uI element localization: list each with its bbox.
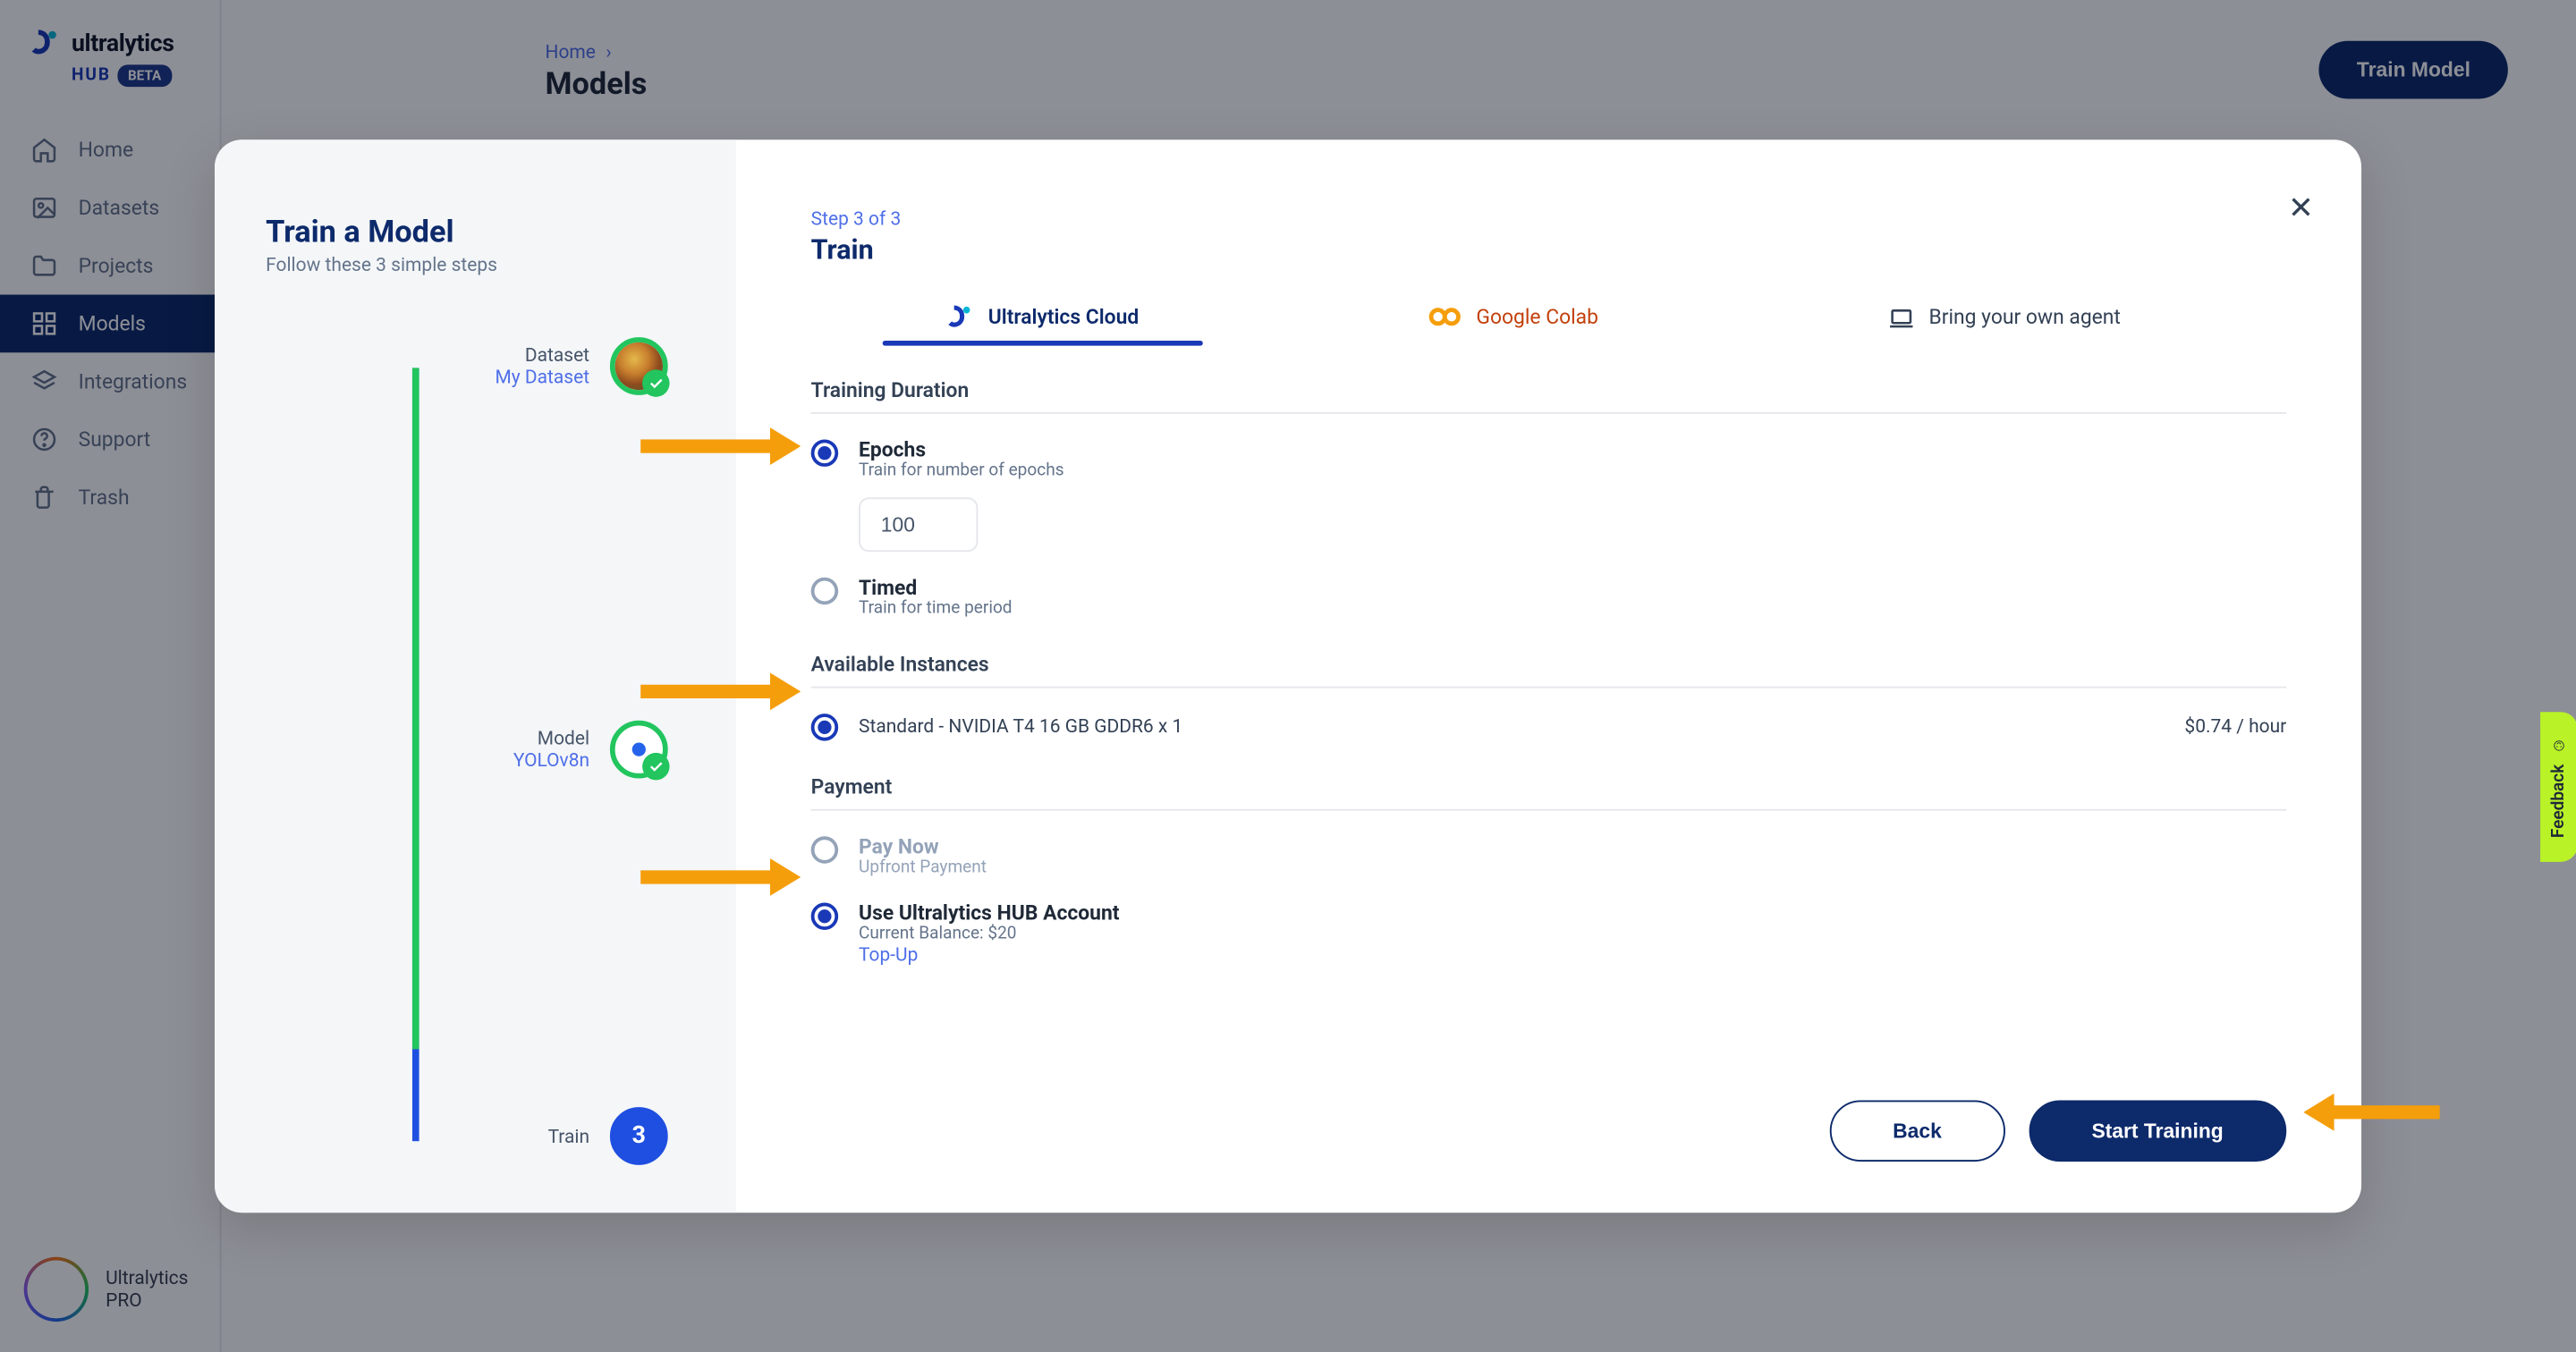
section-payment: Payment xyxy=(811,775,2287,799)
step-value: YOLOv8n xyxy=(513,749,589,772)
radio-selected-icon[interactable] xyxy=(811,903,838,930)
epochs-input[interactable] xyxy=(859,497,978,552)
tab-ultralytics-cloud[interactable]: Ultralytics Cloud xyxy=(947,303,1139,344)
radio-selected-icon[interactable] xyxy=(811,714,838,740)
smile-icon: ☺ xyxy=(2550,736,2569,755)
check-icon xyxy=(642,369,669,396)
divider xyxy=(811,687,2287,689)
divider xyxy=(811,412,2287,414)
option-desc: Train for number of epochs xyxy=(859,461,1064,480)
topup-link[interactable]: Top-Up xyxy=(859,943,1119,966)
start-training-button[interactable]: Start Training xyxy=(2029,1101,2286,1162)
tab-google-colab[interactable]: Google Colab xyxy=(1428,305,1598,342)
step-label: Dataset xyxy=(495,344,589,367)
modal-content: ✕ Step 3 of 3 Train Ultralytics Cloud Go… xyxy=(736,139,2361,1213)
step-label: Train xyxy=(548,1125,589,1147)
stepper: Dataset My Dataset Model YOLOv8n xyxy=(266,337,685,1154)
feedback-tab[interactable]: Feedback ☺ xyxy=(2540,712,2576,862)
tab-own-agent[interactable]: Bring your own agent xyxy=(1888,305,2121,342)
option-title: Pay Now xyxy=(859,834,987,858)
option-desc: Current Balance: $20 xyxy=(859,925,1119,943)
option-title: Use Ultralytics HUB Account xyxy=(859,901,1119,925)
model-dot-icon xyxy=(610,721,668,779)
instance-standard-t4[interactable]: Standard - NVIDIA T4 16 GB GDDR6 x 1 $0.… xyxy=(811,712,2287,740)
section-training-duration: Training Duration xyxy=(811,378,2287,402)
step-number-icon: 3 xyxy=(610,1107,668,1165)
step-model[interactable]: Model YOLOv8n xyxy=(266,721,668,779)
ultralytics-logo-icon xyxy=(947,303,974,330)
instance-name: Standard - NVIDIA T4 16 GB GDDR6 x 1 xyxy=(859,715,1182,738)
step-dataset[interactable]: Dataset My Dataset xyxy=(266,337,668,395)
tab-label: Google Colab xyxy=(1476,305,1598,329)
option-timed[interactable]: Timed Train for time period xyxy=(811,576,2287,619)
option-pay-now[interactable]: Pay Now Upfront Payment xyxy=(811,834,2287,877)
annotation-arrow-icon xyxy=(640,685,776,698)
check-icon xyxy=(642,753,669,780)
step-train: Train 3 xyxy=(266,1107,668,1165)
modal-subtitle: Follow these 3 simple steps xyxy=(266,254,685,276)
option-desc: Upfront Payment xyxy=(859,858,987,877)
radio-icon[interactable] xyxy=(811,578,838,604)
close-icon[interactable]: ✕ xyxy=(2288,190,2314,226)
option-title: Timed xyxy=(859,576,1013,600)
feedback-label: Feedback xyxy=(2550,765,2569,838)
option-epochs[interactable]: Epochs Train for number of epochs xyxy=(811,438,2287,481)
radio-selected-icon[interactable] xyxy=(811,439,838,466)
annotation-arrow-icon xyxy=(640,870,776,883)
option-desc: Train for time period xyxy=(859,599,1013,618)
instance-price: $0.74 / hour xyxy=(2184,715,2286,738)
step-indicator: Step 3 of 3 xyxy=(811,207,2287,230)
tab-label: Bring your own agent xyxy=(1929,305,2121,329)
annotation-arrow-icon xyxy=(640,439,776,452)
colab-icon xyxy=(1428,307,1462,327)
step-value: My Dataset xyxy=(495,367,589,389)
laptop-icon xyxy=(1888,305,1915,329)
option-hub-account[interactable]: Use Ultralytics HUB Account Current Bala… xyxy=(811,901,2287,966)
section-available-instances: Available Instances xyxy=(811,653,2287,677)
modal-step-title: Train xyxy=(811,233,2287,266)
modal-title: Train a Model xyxy=(266,215,685,250)
annotation-arrow-icon xyxy=(2327,1105,2440,1119)
env-tabs: Ultralytics Cloud Google Colab Bring you… xyxy=(811,303,2287,344)
modal-stepper-panel: Train a Model Follow these 3 simple step… xyxy=(215,139,736,1213)
option-title: Epochs xyxy=(859,438,1064,462)
step-label: Model xyxy=(513,727,589,749)
divider xyxy=(811,809,2287,811)
back-button[interactable]: Back xyxy=(1830,1101,2005,1162)
train-modal: Train a Model Follow these 3 simple step… xyxy=(215,139,2361,1213)
tab-label: Ultralytics Cloud xyxy=(988,305,1139,329)
radio-icon[interactable] xyxy=(811,836,838,863)
dataset-thumb-icon xyxy=(610,337,668,395)
